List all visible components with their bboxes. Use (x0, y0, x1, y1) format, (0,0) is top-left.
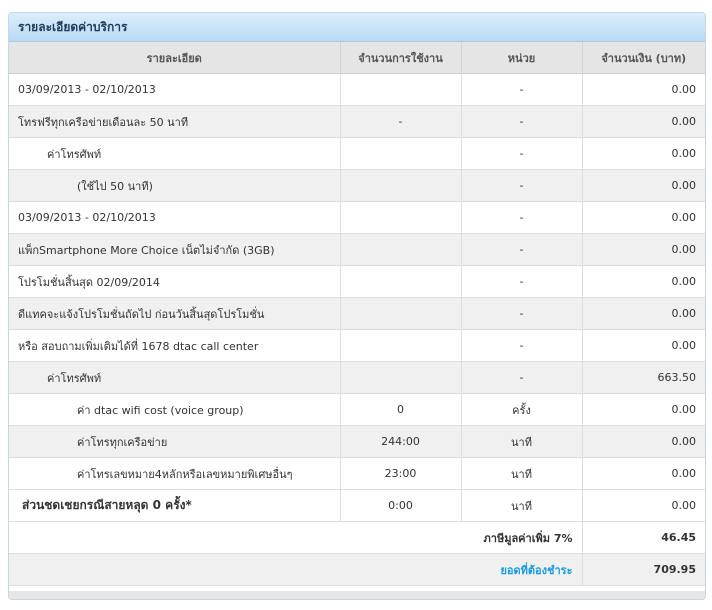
table-row: แพ็กSmartphone More Choice เน็ตไม่จำกัด … (9, 233, 705, 266)
table-row: ดีแทคจะแจ้งโปรโมชั่นถัดไป ก่อนวันสิ้นสุด… (9, 297, 705, 330)
row-unit: - (461, 233, 583, 266)
total-amount: 709.95 (582, 553, 705, 586)
table-row: ค่าโทรทุกเครือข่าย 244:00 นาที 0.00 (9, 425, 705, 458)
table-row: ค่าโทรเลขหมาย4หลักหรือเลขหมายพิเศษอื่นๆ … (9, 457, 705, 490)
row-unit: - (461, 137, 583, 170)
row-detail: ดีแทคจะแจ้งโปรโมชั่นถัดไป ก่อนวันสิ้นสุด… (9, 297, 341, 330)
vat-label: ภาษีมูลค่าเพิ่ม 7% (9, 521, 583, 554)
row-unit: ครั้ง (461, 393, 583, 426)
row-amount: 0.00 (582, 297, 705, 330)
row-amount: 0.00 (582, 489, 705, 522)
row-amount: 0.00 (582, 201, 705, 234)
row-detail: (ใช้ไป 50 นาที) (9, 169, 341, 202)
panel-title: รายละเอียดค่าบริการ (9, 13, 705, 42)
table-row: หรือ สอบถามเพิ่มเติมได้ที่ 1678 dtac cal… (9, 329, 705, 362)
row-amount: 0.00 (582, 425, 705, 458)
vat-row: ภาษีมูลค่าเพิ่ม 7% 46.45 (9, 521, 705, 554)
billing-table: รายละเอียด จำนวนการใช้งาน หน่วย จำนวนเงิ… (9, 42, 705, 586)
table-row: (ใช้ไป 50 นาที) - 0.00 (9, 169, 705, 202)
table-row: ค่าโทรศัพท์ - 0.00 (9, 137, 705, 170)
row-unit: - (461, 297, 583, 330)
billing-details-panel: รายละเอียดค่าบริการ รายละเอียด จำนวนการใ… (8, 12, 706, 600)
row-usage (340, 137, 462, 170)
row-amount: 0.00 (582, 233, 705, 266)
total-row: ยอดที่ต้องชำระ 709.95 (9, 553, 705, 586)
row-detail: แพ็กSmartphone More Choice เน็ตไม่จำกัด … (9, 233, 341, 266)
table-header-row: รายละเอียด จำนวนการใช้งาน หน่วย จำนวนเงิ… (9, 42, 705, 74)
row-unit: นาที (461, 425, 583, 458)
row-detail: ค่า dtac wifi cost (voice group) (9, 393, 341, 426)
total-label: ยอดที่ต้องชำระ (9, 553, 583, 586)
row-usage (340, 297, 462, 330)
table-row: 03/09/2013 - 02/10/2013 - 0.00 (9, 201, 705, 234)
panel-footer-band (9, 591, 705, 599)
row-unit: - (461, 169, 583, 202)
row-amount: 0.00 (582, 393, 705, 426)
row-amount: 0.00 (582, 265, 705, 298)
row-unit: - (461, 265, 583, 298)
row-detail: ค่าโทรศัพท์ (9, 137, 341, 170)
row-detail: ส่วนชดเชยกรณีสายหลุด 0 ครั้ง* (9, 489, 341, 522)
row-usage: 0 (340, 393, 462, 426)
row-unit: - (461, 105, 583, 138)
row-usage (340, 169, 462, 202)
row-amount: 0.00 (582, 329, 705, 362)
column-header-detail: รายละเอียด (9, 42, 341, 74)
row-unit: - (461, 329, 583, 362)
row-detail: ค่าโทรศัพท์ (9, 361, 341, 394)
row-usage (340, 329, 462, 362)
row-detail: ค่าโทรทุกเครือข่าย (9, 425, 341, 458)
column-header-unit: หน่วย (461, 42, 583, 74)
vat-amount: 46.45 (582, 521, 705, 554)
row-detail: 03/09/2013 - 02/10/2013 (9, 201, 341, 234)
row-unit: - (461, 73, 583, 106)
row-detail: หรือ สอบถามเพิ่มเติมได้ที่ 1678 dtac cal… (9, 329, 341, 362)
table-row: โปรโมชั่นสิ้นสุด 02/09/2014 - 0.00 (9, 265, 705, 298)
row-usage (340, 361, 462, 394)
row-unit: - (461, 361, 583, 394)
table-row: ค่าโทรศัพท์ - 663.50 (9, 361, 705, 394)
row-amount: 0.00 (582, 137, 705, 170)
row-unit: นาที (461, 457, 583, 490)
row-detail: 03/09/2013 - 02/10/2013 (9, 73, 341, 106)
row-usage (340, 201, 462, 234)
row-unit: - (461, 201, 583, 234)
row-amount: 0.00 (582, 169, 705, 202)
table-row: 03/09/2013 - 02/10/2013 - 0.00 (9, 73, 705, 106)
row-amount: 0.00 (582, 457, 705, 490)
row-amount: 0.00 (582, 73, 705, 106)
row-amount: 0.00 (582, 105, 705, 138)
row-usage (340, 265, 462, 298)
row-usage: 23:00 (340, 457, 462, 490)
row-detail: โปรโมชั่นสิ้นสุด 02/09/2014 (9, 265, 341, 298)
row-usage: - (340, 105, 462, 138)
table-row: โทรฟรีทุกเครือข่ายเดือนละ 50 นาที - - 0.… (9, 105, 705, 138)
column-header-usage: จำนวนการใช้งาน (340, 42, 462, 74)
row-amount: 663.50 (582, 361, 705, 394)
row-usage (340, 73, 462, 106)
row-detail: โทรฟรีทุกเครือข่ายเดือนละ 50 นาที (9, 105, 341, 138)
table-row: ค่า dtac wifi cost (voice group) 0 ครั้ง… (9, 393, 705, 426)
row-usage (340, 233, 462, 266)
row-unit: นาที (461, 489, 583, 522)
column-header-amount: จำนวนเงิน (บาท) (582, 42, 705, 74)
table-row: ส่วนชดเชยกรณีสายหลุด 0 ครั้ง* 0:00 นาที … (9, 489, 705, 522)
row-usage: 0:00 (340, 489, 462, 522)
row-usage: 244:00 (340, 425, 462, 458)
row-detail: ค่าโทรเลขหมาย4หลักหรือเลขหมายพิเศษอื่นๆ (9, 457, 341, 490)
